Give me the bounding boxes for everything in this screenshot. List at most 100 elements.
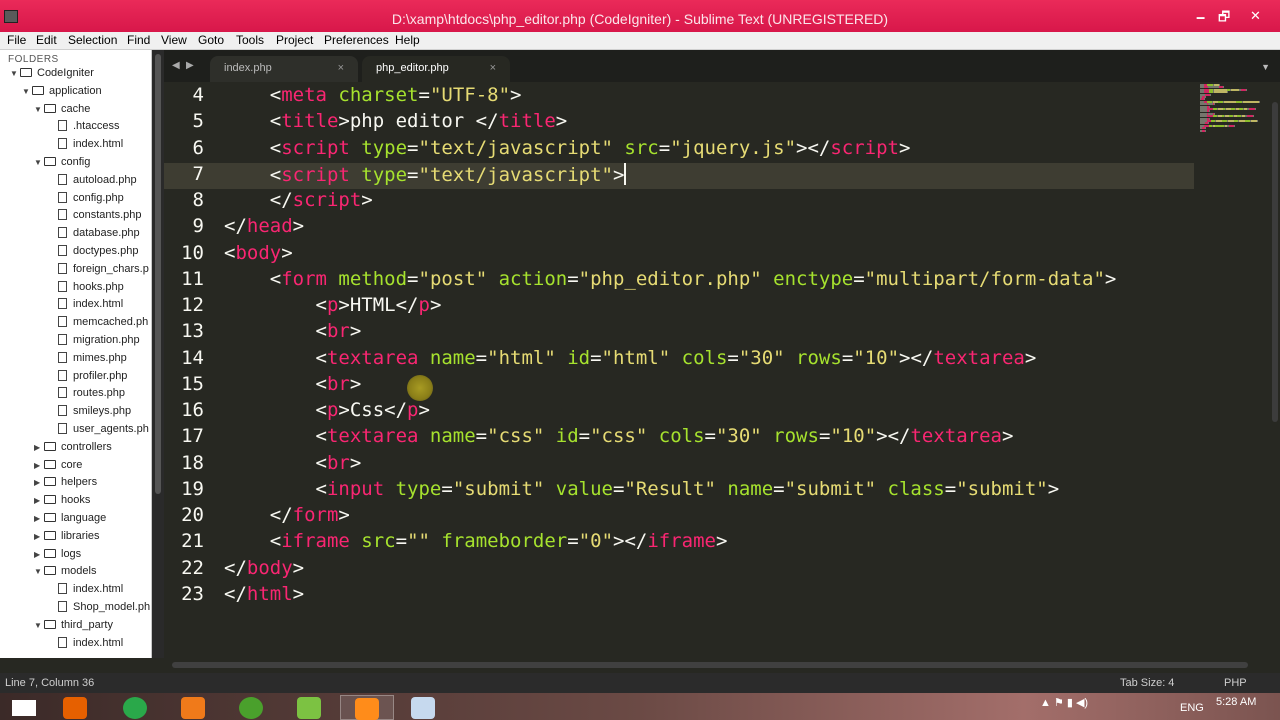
taskbar-firefox[interactable] bbox=[50, 694, 100, 720]
code-line[interactable]: </body> bbox=[224, 557, 304, 583]
menu-project[interactable]: Project bbox=[276, 33, 313, 47]
code-line[interactable]: <p>HTML</p> bbox=[224, 294, 442, 320]
sidebar-file[interactable]: index.html bbox=[58, 583, 123, 601]
expanded-arrow-icon[interactable]: ▼ bbox=[22, 87, 32, 96]
code-line[interactable]: <br> bbox=[224, 452, 362, 478]
collapsed-arrow-icon[interactable]: ▶ bbox=[34, 550, 44, 559]
tab-next-icon[interactable]: ▶ bbox=[186, 60, 194, 71]
editor-hscroll-thumb[interactable] bbox=[172, 662, 1248, 668]
sidebar-folder[interactable]: ▼ third_party bbox=[34, 619, 113, 637]
sidebar-file[interactable]: constants.php bbox=[58, 209, 142, 227]
editor-scroll-thumb[interactable] bbox=[1272, 102, 1278, 422]
expanded-arrow-icon[interactable]: ▼ bbox=[10, 69, 20, 78]
code-line[interactable]: <iframe src="" frameborder="0"></iframe> bbox=[224, 530, 728, 556]
clock[interactable]: 5:28 AM bbox=[1216, 696, 1256, 708]
expanded-arrow-icon[interactable]: ▼ bbox=[34, 105, 44, 114]
syntax-indicator[interactable]: PHP bbox=[1224, 677, 1247, 689]
minimap[interactable] bbox=[1196, 82, 1272, 142]
expanded-arrow-icon[interactable]: ▼ bbox=[34, 158, 44, 167]
sidebar-file[interactable]: doctypes.php bbox=[58, 245, 138, 263]
sidebar-file[interactable]: memcached.ph bbox=[58, 316, 148, 334]
collapsed-arrow-icon[interactable]: ▶ bbox=[34, 496, 44, 505]
code-line[interactable]: </html> bbox=[224, 583, 304, 609]
tab-php-editor[interactable]: php_editor.php × bbox=[362, 56, 510, 82]
sidebar-file[interactable]: index.html bbox=[58, 138, 123, 156]
sidebar-file[interactable]: user_agents.ph bbox=[58, 423, 149, 441]
code-line[interactable]: </form> bbox=[224, 504, 350, 530]
sidebar-file[interactable]: config.php bbox=[58, 191, 124, 210]
collapsed-arrow-icon[interactable]: ▶ bbox=[34, 532, 44, 541]
code-line[interactable]: <script type="text/javascript" src="jque… bbox=[224, 137, 911, 163]
menu-help[interactable]: Help bbox=[395, 33, 420, 47]
code-line[interactable]: <input type="submit" value="Result" name… bbox=[224, 478, 1060, 504]
sidebar-file[interactable]: routes.php bbox=[58, 387, 125, 405]
sidebar-file[interactable]: Shop_model.ph bbox=[58, 601, 150, 619]
code-line[interactable]: <p>Css</p> bbox=[224, 399, 430, 425]
taskbar-utorrent[interactable] bbox=[226, 694, 276, 720]
menu-preferences[interactable]: Preferences bbox=[324, 33, 389, 47]
menu-goto[interactable]: Goto bbox=[198, 33, 224, 47]
menu-find[interactable]: Find bbox=[127, 33, 150, 47]
sidebar-file[interactable]: mimes.php bbox=[58, 351, 127, 370]
taskbar-explorer[interactable] bbox=[398, 694, 448, 720]
expanded-arrow-icon[interactable]: ▼ bbox=[34, 567, 44, 576]
collapsed-arrow-icon[interactable]: ▶ bbox=[34, 514, 44, 523]
sidebar-scroll-thumb[interactable] bbox=[155, 54, 161, 494]
sidebar-folder[interactable]: ▼ models bbox=[34, 565, 96, 583]
tab-size-indicator[interactable]: Tab Size: 4 bbox=[1120, 677, 1174, 689]
code-line[interactable]: <meta charset="UTF-8"> bbox=[224, 84, 522, 110]
tab-close-icon[interactable]: × bbox=[338, 62, 344, 74]
collapsed-arrow-icon[interactable]: ▶ bbox=[34, 478, 44, 487]
tab-index-php[interactable]: index.php × bbox=[210, 56, 358, 82]
sidebar-folder[interactable]: ▼ CodeIgniter bbox=[10, 67, 94, 85]
sidebar-folder[interactable]: ▼ cache bbox=[34, 103, 90, 121]
menu-tools[interactable]: Tools bbox=[236, 33, 264, 47]
expanded-arrow-icon[interactable]: ▼ bbox=[34, 621, 44, 630]
sidebar-file[interactable]: migration.php bbox=[58, 334, 140, 352]
sidebar-folder[interactable]: ▼ config bbox=[34, 156, 90, 174]
sidebar-file[interactable]: foreign_chars.p bbox=[58, 262, 149, 281]
sidebar-file[interactable]: profiler.php bbox=[58, 369, 127, 388]
menu-selection[interactable]: Selection bbox=[68, 33, 117, 47]
sidebar-folder[interactable]: ▶ libraries bbox=[34, 530, 100, 548]
menu-edit[interactable]: Edit bbox=[36, 33, 57, 47]
close-icon[interactable]: ✕ bbox=[1250, 8, 1261, 24]
sidebar-folder[interactable]: ▶ controllers bbox=[34, 441, 112, 459]
sidebar-folder[interactable]: ▶ language bbox=[34, 512, 106, 530]
code-editor[interactable]: 4 5 6 7 8 9 10 11 12 13 14 15 16 17 18 19 20 21 22 23 <meta… bbox=[164, 82, 1280, 660]
sidebar-file[interactable]: database.php bbox=[58, 227, 140, 245]
taskbar-sublime-active[interactable] bbox=[340, 695, 394, 720]
sidebar-folder[interactable]: ▼ application bbox=[22, 85, 102, 103]
start-button[interactable] bbox=[0, 694, 50, 720]
taskbar-notepad-plus[interactable] bbox=[284, 694, 334, 720]
code-line[interactable]: <textarea name="html" id="html" cols="30… bbox=[224, 347, 1037, 373]
menu-view[interactable]: View bbox=[161, 33, 187, 47]
sidebar-file[interactable]: index.html bbox=[58, 636, 123, 655]
sidebar-scrollbar[interactable] bbox=[152, 50, 164, 658]
tab-close-icon[interactable]: × bbox=[490, 62, 496, 74]
code-line[interactable]: <script type="text/javascript"> bbox=[224, 162, 627, 189]
code-line[interactable]: <br> bbox=[224, 320, 362, 346]
sidebar-folder[interactable]: ▶ core bbox=[34, 459, 82, 477]
tab-prev-icon[interactable]: ◀ bbox=[172, 60, 180, 71]
taskbar-chrome[interactable] bbox=[110, 694, 160, 720]
editor-vertical-scrollbar[interactable] bbox=[1270, 82, 1280, 658]
menu-file[interactable]: File bbox=[7, 33, 26, 47]
code-line[interactable]: <title>php editor </title> bbox=[224, 110, 567, 136]
tray-icons[interactable]: ▲ ⚑ ▮ ◀) bbox=[1040, 696, 1088, 709]
sidebar-file[interactable]: .htaccess bbox=[58, 120, 119, 138]
code-line[interactable]: <form method="post" action="php_editor.p… bbox=[224, 268, 1117, 294]
sidebar-folder[interactable]: ▶ helpers bbox=[34, 476, 97, 494]
sidebar-file[interactable]: autoload.php bbox=[58, 173, 137, 192]
taskbar-xampp[interactable] bbox=[168, 694, 218, 720]
sidebar-file[interactable]: hooks.php bbox=[58, 280, 124, 299]
language-indicator[interactable]: ENG bbox=[1180, 702, 1204, 714]
tab-list-icon[interactable]: ▼ bbox=[1261, 62, 1270, 72]
code-line[interactable]: </script> bbox=[224, 189, 373, 215]
maximize-icon[interactable]: 🗗 bbox=[1218, 8, 1230, 30]
sidebar-file[interactable]: smileys.php bbox=[58, 405, 131, 423]
code-line[interactable]: <body> bbox=[224, 242, 293, 268]
sidebar-file[interactable]: index.html bbox=[58, 298, 123, 316]
code-line[interactable]: <br> bbox=[224, 373, 362, 399]
collapsed-arrow-icon[interactable]: ▶ bbox=[34, 443, 44, 452]
